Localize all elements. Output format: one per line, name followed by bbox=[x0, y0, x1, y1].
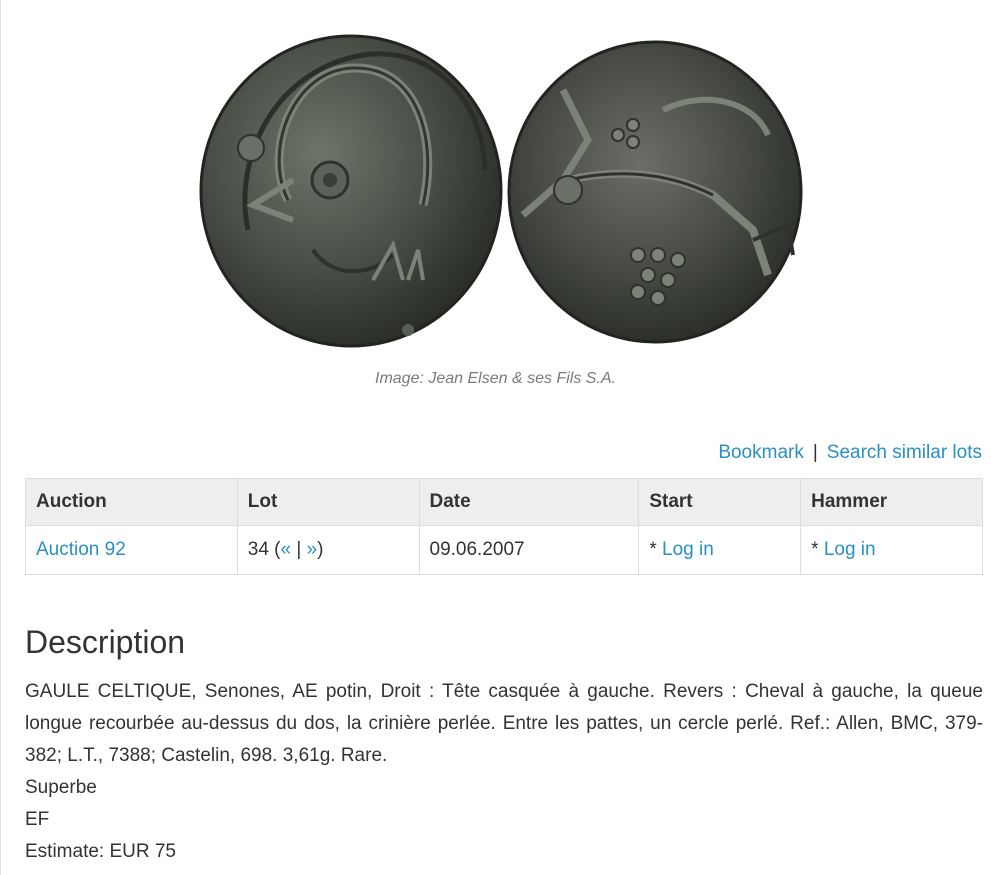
column-header-date: Date bbox=[418, 478, 640, 526]
previous-lot-link[interactable]: « bbox=[281, 539, 292, 560]
lot-nav-close: ) bbox=[317, 539, 324, 560]
table-header-row: Auction Lot Date Start Hammer bbox=[25, 478, 983, 526]
grade-french: Superbe bbox=[25, 777, 97, 798]
hammer-cell: * Log in bbox=[800, 525, 983, 575]
page-left-border bbox=[0, 0, 1, 875]
lot-nav-separator: | bbox=[291, 539, 307, 560]
column-header-start: Start bbox=[638, 478, 802, 526]
table-row: Auction 92 34 (« | ») 09.06.2007 * Log i… bbox=[25, 525, 983, 575]
column-header-lot: Lot bbox=[236, 478, 420, 526]
lot-actions: Bookmark | Search similar lots bbox=[718, 442, 982, 464]
lot-image[interactable] bbox=[193, 30, 817, 352]
search-similar-link[interactable]: Search similar lots bbox=[827, 442, 982, 463]
bookmark-link[interactable]: Bookmark bbox=[718, 442, 804, 463]
reverse-coin bbox=[507, 40, 803, 344]
start-login-link[interactable]: Log in bbox=[662, 539, 714, 560]
description-heading: Description bbox=[25, 624, 186, 660]
description-text: GAULE CELTIQUE, Senones, AE potin, Droit… bbox=[25, 681, 983, 766]
lot-number: 34 ( bbox=[247, 539, 281, 560]
auction-link[interactable]: Auction 92 bbox=[36, 539, 126, 560]
start-prefix: * bbox=[649, 539, 662, 560]
column-header-auction: Auction bbox=[25, 478, 238, 526]
column-header-hammer: Hammer bbox=[800, 478, 983, 526]
start-cell: * Log in bbox=[638, 525, 802, 575]
grade-english: EF bbox=[25, 809, 50, 830]
actions-separator: | bbox=[812, 442, 818, 463]
image-caption: Image: Jean Elsen & ses Fils S.A. bbox=[375, 370, 616, 387]
hammer-prefix: * bbox=[811, 539, 824, 560]
lot-cell: 34 (« | ») bbox=[236, 525, 420, 575]
date-cell: 09.06.2007 bbox=[418, 525, 640, 575]
auction-cell: Auction 92 bbox=[25, 525, 238, 575]
next-lot-link[interactable]: » bbox=[307, 539, 318, 560]
obverse-coin bbox=[199, 34, 503, 348]
estimate-text: Estimate: EUR 75 bbox=[25, 841, 176, 862]
hammer-login-link[interactable]: Log in bbox=[824, 539, 876, 560]
lot-info-table: Auction Lot Date Start Hammer Auction 92… bbox=[25, 478, 983, 575]
